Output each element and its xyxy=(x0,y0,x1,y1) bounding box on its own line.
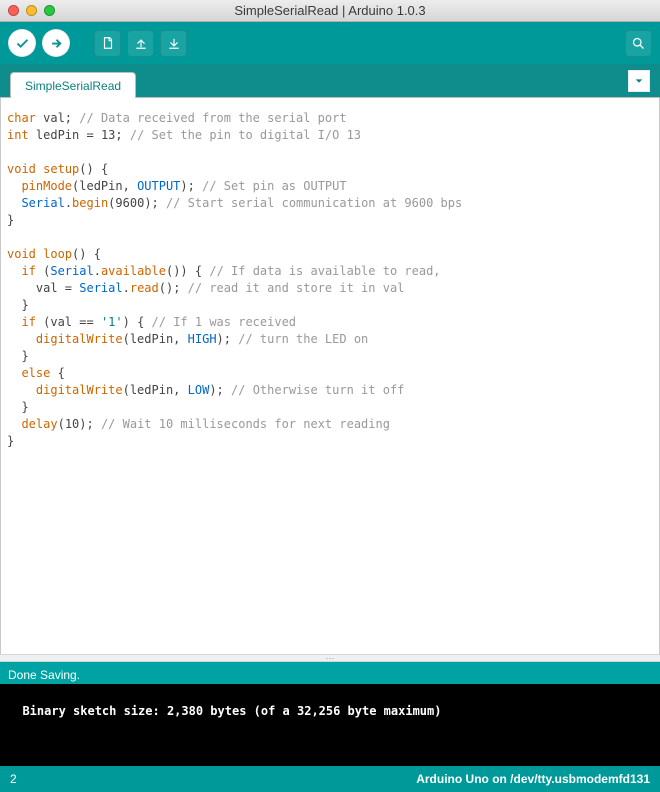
tab-active[interactable]: SimpleSerialRead xyxy=(10,72,136,98)
close-icon[interactable] xyxy=(8,5,19,16)
console-text: Binary sketch size: 2,380 bytes (of a 32… xyxy=(22,704,441,718)
status-message: Done Saving. xyxy=(8,668,80,682)
code-content[interactable]: char val; // Data received from the seri… xyxy=(7,110,653,450)
console-output[interactable]: Binary sketch size: 2,380 bytes (of a 32… xyxy=(0,684,660,766)
arrow-right-icon xyxy=(49,36,64,51)
verify-button[interactable] xyxy=(8,29,36,57)
arrow-down-icon xyxy=(167,36,181,50)
serial-monitor-button[interactable] xyxy=(625,30,652,57)
minimize-icon[interactable] xyxy=(26,5,37,16)
line-number: 2 xyxy=(10,772,17,786)
file-icon xyxy=(101,36,115,50)
tab-strip: SimpleSerialRead xyxy=(0,64,660,98)
save-button[interactable] xyxy=(160,30,187,57)
toolbar xyxy=(0,22,660,64)
resize-handle[interactable]: ⋯ xyxy=(0,654,660,662)
open-button[interactable] xyxy=(127,30,154,57)
chevron-down-icon xyxy=(634,76,644,86)
upload-button[interactable] xyxy=(42,29,70,57)
window-title: SimpleSerialRead | Arduino 1.0.3 xyxy=(8,3,652,18)
footer-bar: 2 Arduino Uno on /dev/tty.usbmodemfd131 xyxy=(0,766,660,792)
arrow-up-icon xyxy=(134,36,148,50)
check-icon xyxy=(15,36,30,51)
lens-icon xyxy=(631,36,646,51)
code-editor[interactable]: char val; // Data received from the seri… xyxy=(0,98,660,654)
board-port: Arduino Uno on /dev/tty.usbmodemfd131 xyxy=(416,772,650,786)
traffic-lights xyxy=(8,5,55,16)
status-bar: Done Saving. xyxy=(0,662,660,684)
tab-menu-button[interactable] xyxy=(628,70,650,92)
window-titlebar: SimpleSerialRead | Arduino 1.0.3 xyxy=(0,0,660,22)
new-button[interactable] xyxy=(94,30,121,57)
zoom-icon[interactable] xyxy=(44,5,55,16)
